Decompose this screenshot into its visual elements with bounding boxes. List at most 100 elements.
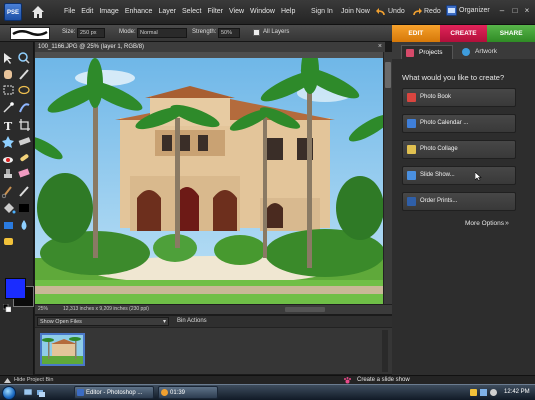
timer-icon (161, 389, 168, 396)
photo-book-icon (407, 93, 416, 102)
more-options-link[interactable]: More Options (465, 220, 504, 227)
hand-tool-icon[interactable] (4, 70, 12, 79)
tray-icon-volume[interactable] (490, 389, 497, 396)
marquee-tool-icon[interactable] (3, 85, 14, 95)
show-open-files-select[interactable]: Show Open Files ▾ (37, 317, 169, 326)
mode-select[interactable]: Normal (137, 28, 187, 38)
sponge-tool-icon[interactable] (4, 238, 13, 245)
menu-edit[interactable]: Edit (78, 8, 96, 15)
straighten-tool-icon[interactable] (18, 137, 31, 146)
maximize-icon[interactable]: □ (510, 6, 520, 16)
menu-help[interactable]: Help (278, 8, 298, 15)
menu-file[interactable]: File (61, 8, 78, 15)
organizer-label: Organizer (459, 7, 490, 14)
bin-actions-menu[interactable]: Bin Actions (177, 318, 207, 324)
crop-tool-icon[interactable] (19, 119, 30, 131)
selection-brush-icon[interactable] (19, 103, 30, 113)
size-label: Size: (62, 29, 76, 35)
tab-projects[interactable]: Projects (401, 45, 453, 59)
home-icon[interactable] (30, 4, 46, 20)
sign-in-link[interactable]: Sign In (311, 8, 333, 15)
photoshop-icon (77, 389, 84, 396)
healing-brush-icon[interactable] (20, 153, 30, 162)
photo-book-button[interactable]: Photo Book (402, 88, 516, 107)
hint-text: Create a slide show (357, 377, 410, 383)
app-logo[interactable]: PSE (4, 3, 22, 21)
menu-window[interactable]: Window (247, 8, 278, 15)
close-document-icon[interactable]: × (378, 42, 382, 52)
move-tool-icon[interactable] (4, 53, 12, 64)
bin-scrollbar[interactable] (382, 330, 388, 372)
smart-brush-icon[interactable] (19, 186, 29, 197)
show-desktop-icon[interactable] (24, 389, 32, 397)
shape-tool-icon[interactable] (4, 222, 13, 229)
menu-filter[interactable]: Filter (204, 8, 226, 15)
join-now-link[interactable]: Join Now (341, 8, 370, 15)
tab-artwork[interactable]: Artwork (458, 45, 510, 59)
status-bar: 25% 12,313 inches x 9,209 inches (230 pp… (35, 304, 392, 314)
red-eye-tool-icon[interactable] (3, 157, 13, 163)
foreground-color-swatch[interactable] (5, 278, 26, 299)
double-chevron-right-icon[interactable]: » (505, 220, 509, 227)
taskbar-clock: 12:42 PM (504, 389, 530, 395)
paw-icon (344, 377, 351, 384)
document-tab[interactable]: 100_1166.JPG @ 25% (layer 1, RGB/8) × (35, 42, 385, 52)
photo-calendar-button[interactable]: Photo Calendar ... (402, 114, 516, 133)
organizer-button[interactable]: Organizer (446, 5, 490, 16)
tab-share[interactable]: SHARE (487, 25, 535, 42)
tab-edit[interactable]: EDIT (392, 25, 440, 42)
brush-preview[interactable] (10, 27, 50, 40)
taskbar-app-button[interactable]: 01:39 (158, 386, 218, 399)
clone-stamp-icon[interactable] (4, 169, 12, 178)
redo-label: Redo (424, 7, 441, 15)
default-colors-icon[interactable] (3, 304, 11, 312)
cookie-cutter-icon[interactable] (2, 136, 14, 148)
blur-tool-icon[interactable] (21, 220, 27, 230)
menu-image[interactable]: Image (96, 8, 121, 15)
taskbar-editor-label: Editor - Photoshop ... (86, 390, 143, 396)
photo-thumbnail[interactable] (40, 333, 85, 366)
minimize-icon[interactable]: – (497, 6, 507, 16)
canvas-vertical-scrollbar[interactable] (383, 52, 392, 304)
close-icon[interactable]: × (522, 6, 532, 16)
start-button[interactable] (2, 386, 16, 400)
toolbox: T (0, 42, 34, 375)
horizontal-scrollbar[interactable] (285, 307, 325, 312)
tab-create[interactable]: CREATE (439, 25, 488, 42)
strength-field[interactable]: 50% (218, 28, 240, 38)
redo-button[interactable]: Redo (412, 6, 441, 16)
menu-select[interactable]: Select (179, 8, 204, 15)
hide-project-bin-link[interactable]: Hide Project Bin (14, 377, 53, 383)
hide-bin-arrow-icon[interactable] (4, 378, 11, 383)
all-layers-checkbox[interactable] (253, 29, 260, 36)
project-bin (35, 327, 392, 374)
lasso-tool-icon[interactable] (18, 85, 30, 95)
taskbar-editor-button[interactable]: Editor - Photoshop ... (74, 386, 154, 399)
brush-tool-icon[interactable] (1, 186, 12, 199)
switch-windows-icon[interactable] (37, 389, 45, 397)
tool-options-bar: Size: 250 px Mode: Normal Strength: 50% … (0, 25, 392, 42)
size-field[interactable]: 250 px (77, 28, 105, 38)
slide-show-button[interactable]: Slide Show... (402, 166, 516, 185)
photo-collage-button[interactable]: Photo Collage (402, 140, 516, 159)
taskbar: Editor - Photoshop ... 01:39 12:42 PM (0, 384, 535, 400)
order-prints-button[interactable]: Order Prints... (402, 192, 516, 211)
tray-icon-security[interactable] (470, 389, 477, 396)
tray-icon-network[interactable] (480, 389, 487, 396)
magic-wand-icon[interactable] (3, 102, 14, 113)
menu-layer[interactable]: Layer (155, 8, 179, 15)
scroll-thumb[interactable] (385, 62, 391, 88)
image-canvas[interactable] (35, 58, 383, 304)
taskbar-app-label: 01:39 (170, 390, 186, 396)
menu-enhance[interactable]: Enhance (122, 8, 156, 15)
undo-icon (376, 8, 385, 16)
slide-show-label: Slide Show... (420, 172, 455, 178)
eyedropper-tool-icon[interactable] (19, 69, 29, 80)
order-prints-label: Order Prints... (420, 198, 458, 204)
eraser-tool-icon[interactable] (18, 168, 30, 178)
zoom-tool-icon[interactable] (18, 52, 30, 64)
order-prints-icon (407, 197, 416, 206)
type-tool-icon[interactable]: T (4, 120, 13, 133)
menu-view[interactable]: View (226, 8, 247, 15)
undo-button[interactable]: Undo (376, 6, 405, 16)
